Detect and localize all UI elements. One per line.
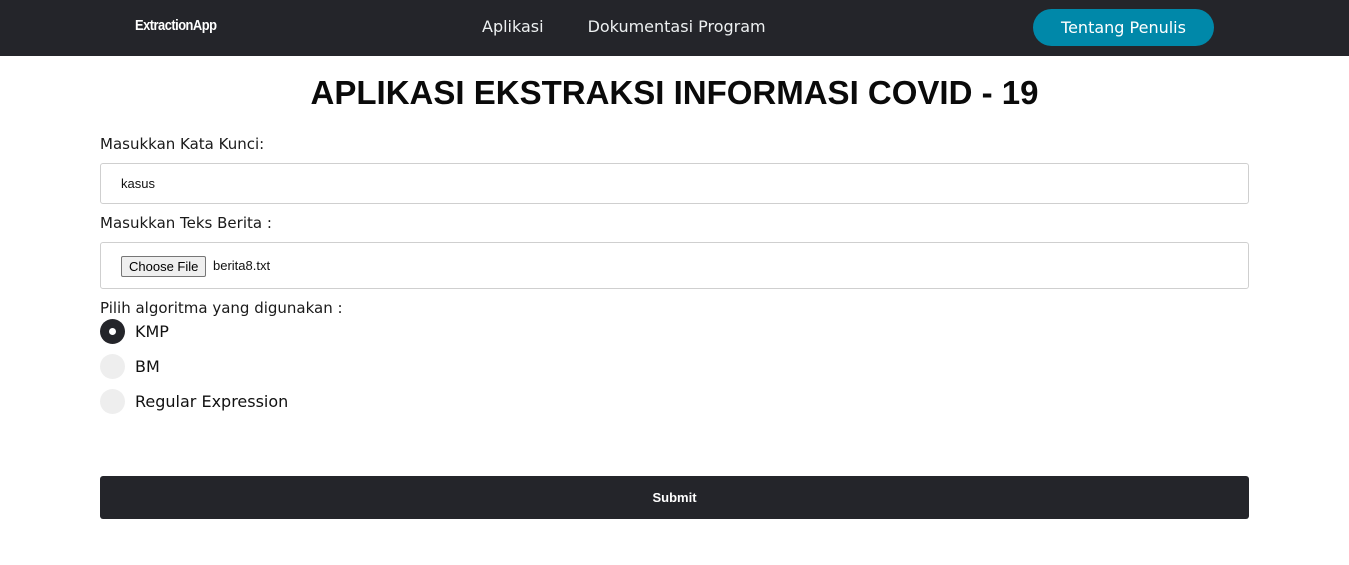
radio-option-kmp[interactable]: KMP [100,319,169,344]
tentang-penulis-button[interactable]: Tentang Penulis [1033,9,1214,46]
nav-link-dokumentasi[interactable]: Dokumentasi Program [588,17,766,36]
radio-button-kmp[interactable] [100,319,125,344]
file-name-text: berita8.txt [213,258,271,273]
file-input[interactable]: Choose File berita8.txt [100,242,1249,289]
nav-link-aplikasi[interactable]: Aplikasi [482,17,544,36]
algorithm-label: Pilih algoritma yang digunakan : [100,299,343,317]
nav-links: Aplikasi Dokumentasi Program [482,17,766,36]
radio-button-regex[interactable] [100,389,125,414]
submit-button[interactable]: Submit [100,476,1249,519]
keyword-input[interactable] [100,163,1249,204]
radio-option-bm[interactable]: BM [100,354,160,379]
radio-label-bm: BM [135,357,160,376]
radio-option-regex[interactable]: Regular Expression [100,389,288,414]
top-navbar: ExtractionApp Aplikasi Dokumentasi Progr… [0,0,1349,56]
radio-label-kmp: KMP [135,322,169,341]
keyword-label: Masukkan Kata Kunci: [100,135,265,153]
page-title: APLIKASI EKSTRAKSI INFORMASI COVID - 19 [310,74,1039,111]
choose-file-button[interactable]: Choose File [121,256,207,277]
radio-label-regex: Regular Expression [135,392,289,411]
file-label: Masukkan Teks Berita : [100,214,272,232]
brand-logo[interactable]: ExtractionApp [135,17,217,34]
radio-button-bm[interactable] [100,354,125,379]
